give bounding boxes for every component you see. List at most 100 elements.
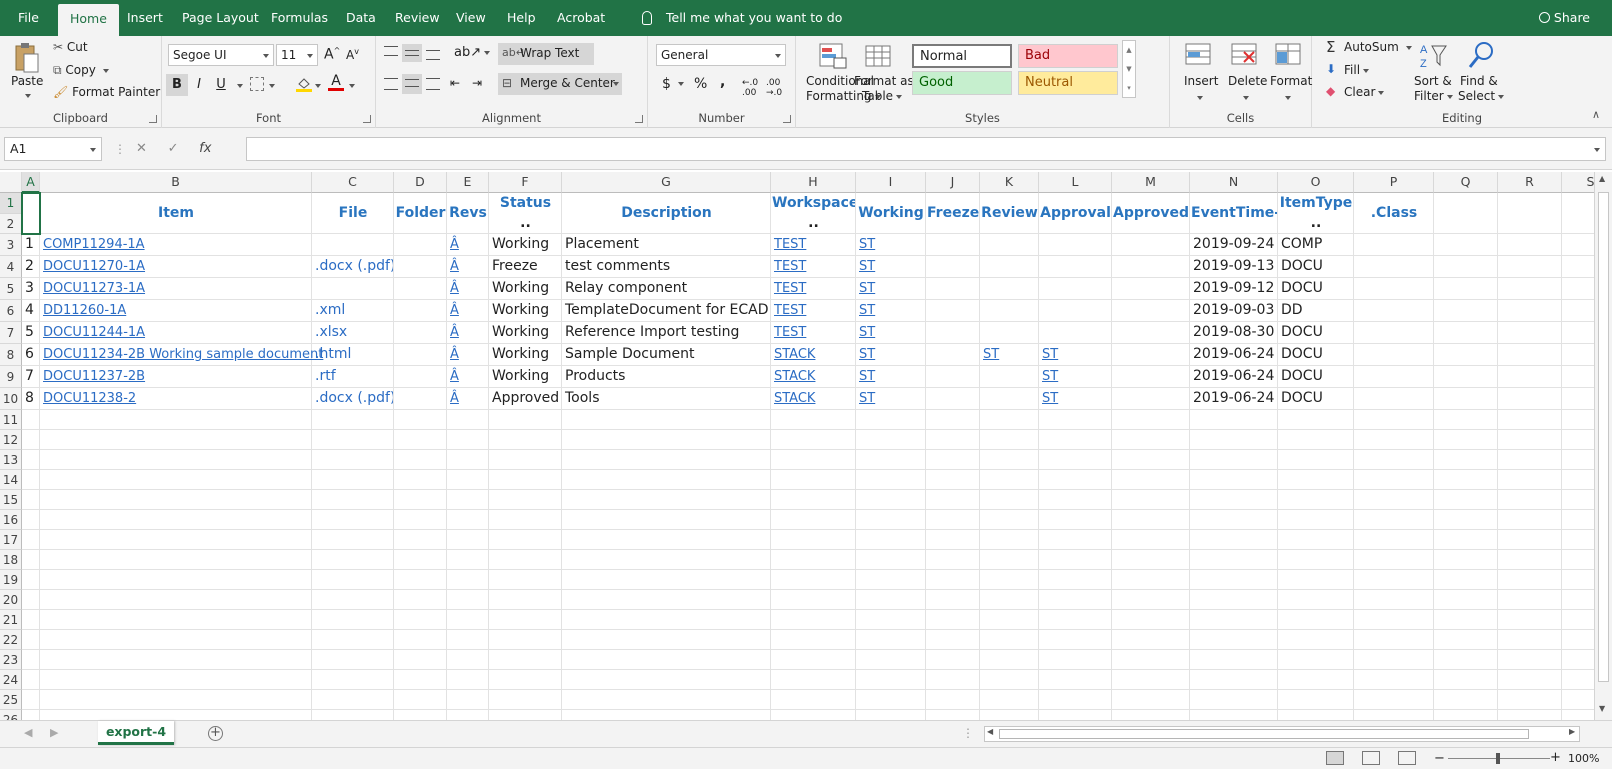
increase-font-icon[interactable]: A^ xyxy=(324,46,340,63)
style-normal[interactable]: Normal xyxy=(912,44,1012,68)
cell-description[interactable]: Sample Document xyxy=(563,344,770,366)
cell-item-text[interactable]: DD11260-1A xyxy=(43,303,126,318)
header-workspace-sub[interactable]: .. xyxy=(772,214,855,234)
name-box[interactable]: A1 xyxy=(4,137,102,161)
cell-revs-text[interactable]: Â xyxy=(450,281,459,296)
active-cell-a1[interactable] xyxy=(21,192,41,235)
cell-revs[interactable]: Â xyxy=(448,256,488,278)
delete-cells-label[interactable]: Delete xyxy=(1228,74,1267,88)
row-header-13[interactable]: 13 xyxy=(0,450,22,470)
header-itemtype[interactable]: ItemType xyxy=(1279,193,1353,214)
cell-file[interactable]: .docx (.pdf) xyxy=(313,388,393,410)
style-bad[interactable]: Bad xyxy=(1018,44,1118,68)
cell-approval-text[interactable]: ST xyxy=(1042,369,1058,384)
row-header-25[interactable]: 25 xyxy=(0,690,22,710)
cell-eventtime[interactable]: 2019-09-13 xyxy=(1191,256,1277,278)
cell-itemtype[interactable]: DOCU xyxy=(1279,388,1353,410)
page-layout-view-icon[interactable] xyxy=(1362,751,1380,765)
cell-row-number[interactable]: 2 xyxy=(23,256,39,278)
tab-insert[interactable]: Insert xyxy=(127,0,163,36)
cell-eventtime[interactable]: 2019-09-12 xyxy=(1191,278,1277,300)
orientation-icon[interactable]: ab↗ xyxy=(454,45,491,60)
zoom-level[interactable]: 100% xyxy=(1568,752,1599,765)
column-header-k[interactable]: K xyxy=(980,172,1039,193)
cell-approval[interactable] xyxy=(1040,234,1111,256)
row-header-19[interactable]: 19 xyxy=(0,570,22,590)
header-status[interactable]: Status xyxy=(490,193,561,214)
style-neutral[interactable]: Neutral xyxy=(1018,71,1118,95)
cell-workspace[interactable]: STACK xyxy=(772,388,855,410)
align-center-icon[interactable] xyxy=(402,74,422,94)
column-header-h[interactable]: H xyxy=(771,172,856,193)
comma-button[interactable]: , xyxy=(720,74,725,90)
header-workspace[interactable]: Workspace xyxy=(772,193,855,214)
cell-item-text[interactable]: COMP11294-1A xyxy=(43,237,145,252)
cell-eventtime[interactable]: 2019-08-30 xyxy=(1191,322,1277,344)
cell-approval[interactable] xyxy=(1040,256,1111,278)
select-all-corner[interactable] xyxy=(0,172,22,193)
find-select-icon[interactable] xyxy=(1466,40,1496,70)
header-folder[interactable]: Folder xyxy=(395,193,446,234)
sort-filter-label[interactable]: Sort & xyxy=(1414,74,1452,88)
header-approval[interactable]: Approval xyxy=(1040,193,1111,234)
cell-workspace-text[interactable]: STACK xyxy=(774,391,815,406)
cell-item[interactable]: DOCU11234-2B Working sample document xyxy=(41,344,341,366)
row-header-14[interactable]: 14 xyxy=(0,470,22,490)
cell-working[interactable]: ST xyxy=(857,388,925,410)
increase-decimal-icon[interactable]: ←.0.00 xyxy=(742,78,758,98)
clear-button[interactable]: Clear xyxy=(1344,85,1385,99)
merge-center-button[interactable]: ⊟ Merge & Center xyxy=(498,73,622,95)
format-as-table-label-2[interactable]: Table xyxy=(862,89,903,103)
cell-item-text[interactable]: DOCU11238-2 xyxy=(43,391,136,406)
cell-row-number[interactable]: 5 xyxy=(23,322,39,344)
cell-working[interactable]: ST xyxy=(857,366,925,388)
conditional-formatting-icon[interactable] xyxy=(818,42,848,70)
cell-approval[interactable]: ST xyxy=(1040,366,1111,388)
cell-status[interactable]: Working xyxy=(490,366,561,388)
sort-filter-label-2[interactable]: Filter xyxy=(1414,89,1453,103)
tell-me-search[interactable]: Tell me what you want to do xyxy=(642,0,842,36)
header-eventtime[interactable]: EventTime- xyxy=(1191,193,1277,234)
cell-revs[interactable]: Â xyxy=(448,234,488,256)
top-align-icon[interactable] xyxy=(384,46,398,56)
cell-revs-text[interactable]: Â xyxy=(450,237,459,252)
tab-view[interactable]: View xyxy=(456,0,486,36)
wrap-text-button[interactable]: ab↵ Wrap Text xyxy=(498,43,594,65)
cell-file[interactable] xyxy=(313,278,393,300)
column-header-d[interactable]: D xyxy=(394,172,447,193)
cell-row-number[interactable]: 4 xyxy=(23,300,39,322)
underline-dropdown-icon[interactable] xyxy=(234,78,243,92)
cell-itemtype[interactable]: DOCU xyxy=(1279,278,1353,300)
copy-button[interactable]: ⧉ Copy xyxy=(53,63,109,78)
cell-revs-text[interactable]: Â xyxy=(450,347,459,362)
zoom-in-icon[interactable]: + xyxy=(1550,750,1561,765)
autosum-icon[interactable]: Σ xyxy=(1326,38,1335,56)
row-header-26[interactable]: 26 xyxy=(0,710,22,720)
find-select-label-2[interactable]: Select xyxy=(1458,89,1505,103)
cell-itemtype[interactable]: DOCU xyxy=(1279,322,1353,344)
column-header-r[interactable]: R xyxy=(1498,172,1562,193)
column-header-c[interactable]: C xyxy=(312,172,394,193)
cell-file[interactable] xyxy=(313,234,393,256)
header-freeze[interactable]: Freeze xyxy=(927,193,979,234)
format-painter-button[interactable]: 🖌 Format Painter xyxy=(53,85,160,99)
format-cells-label[interactable]: Format xyxy=(1270,74,1312,88)
normal-view-icon[interactable] xyxy=(1326,751,1344,765)
column-header-b[interactable]: B xyxy=(40,172,312,193)
cell-approval[interactable] xyxy=(1040,300,1111,322)
cell-workspace[interactable]: STACK xyxy=(772,366,855,388)
cell-approval[interactable]: ST xyxy=(1040,388,1111,410)
cell-item[interactable]: DOCU11238-2 xyxy=(41,388,311,410)
cell-workspace[interactable]: TEST xyxy=(772,322,855,344)
tab-file[interactable]: File xyxy=(18,0,39,36)
cell-working-text[interactable]: ST xyxy=(859,391,875,406)
clipboard-launcher-icon[interactable] xyxy=(149,115,157,123)
row-header-4[interactable]: 4 xyxy=(0,256,22,278)
column-header-e[interactable]: E xyxy=(447,172,489,193)
cell-revs[interactable]: Â xyxy=(448,366,488,388)
tab-formulas[interactable]: Formulas xyxy=(271,0,328,36)
cell-working[interactable]: ST xyxy=(857,234,925,256)
alignment-launcher-icon[interactable] xyxy=(635,115,643,123)
fill-color-dropdown-icon[interactable] xyxy=(312,78,321,92)
sheet-tab-export-4[interactable]: export-4 xyxy=(98,721,174,745)
